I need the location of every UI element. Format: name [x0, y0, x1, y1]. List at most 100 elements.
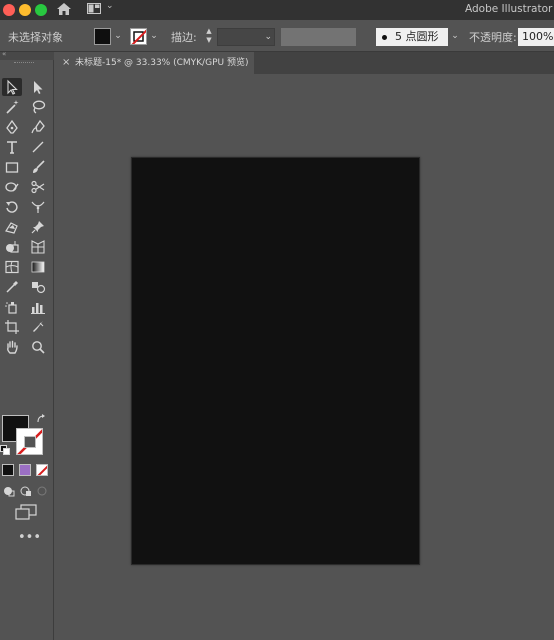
type-icon [7, 141, 17, 154]
swap-fill-stroke-icon[interactable] [36, 414, 46, 424]
opacity-label[interactable]: 不透明度: [469, 29, 517, 45]
mesh-icon [5, 260, 19, 274]
line-segment-icon [32, 141, 44, 153]
selection-tool[interactable] [2, 78, 22, 96]
line-segment-tool[interactable] [28, 138, 48, 156]
gradient-tool[interactable] [28, 258, 48, 276]
curvature-tool[interactable] [28, 118, 48, 136]
zoom-tool[interactable] [28, 338, 48, 356]
free-transform-icon [5, 222, 18, 234]
fill-swatch[interactable] [94, 28, 111, 45]
symbol-sprayer-tool[interactable] [2, 298, 22, 316]
selection-arrow-icon [7, 79, 18, 95]
shape-builder-tool[interactable] [2, 238, 22, 256]
none-slash-icon [37, 465, 47, 475]
brush-definition[interactable]: 5 点圆形 [376, 28, 448, 46]
pen-icon [6, 119, 18, 134]
app-title: Adobe Illustrator 20 [465, 3, 554, 15]
magnifier-icon [32, 341, 45, 354]
tab-document[interactable]: × 未标题-15* @ 33.33% (CMYK/GPU 预览) [55, 52, 254, 74]
document-tab-bar: × 未标题-15* @ 33.33% (CMYK/GPU 预览) [55, 52, 554, 74]
stroke-swatch[interactable] [130, 28, 147, 45]
symbol-sprayer-icon [5, 302, 17, 314]
none-mode-button[interactable] [36, 464, 48, 476]
artboard-tool[interactable] [2, 318, 22, 336]
stroke-weight-field[interactable]: ⌄ [217, 28, 275, 46]
opacity-field[interactable]: 100% [518, 28, 554, 46]
brush-label: 5 点圆形 [395, 30, 439, 43]
tools-panel: « ••• [0, 50, 54, 640]
column-graph-icon [31, 303, 45, 314]
pushpin-icon [31, 221, 44, 234]
stroke-dropdown-chevron-icon[interactable]: ⌄ [148, 28, 160, 45]
artboard[interactable] [131, 157, 420, 565]
shaper-icon [5, 182, 19, 192]
collapse-panel-icon[interactable]: « [2, 50, 6, 58]
free-transform-tool[interactable] [2, 218, 22, 236]
hand-icon [7, 340, 18, 354]
document-title: 未标题-15* @ 33.33% (CMYK/GPU 预览) [75, 58, 249, 68]
close-window-button[interactable] [3, 4, 15, 16]
slice-tool[interactable] [28, 318, 48, 336]
draw-behind-icon[interactable] [20, 485, 32, 497]
curvature-pen-icon [31, 119, 45, 134]
width-tool[interactable] [28, 198, 48, 216]
default-fill-stroke-icon[interactable] [0, 445, 10, 455]
stroke-inner-box [24, 436, 36, 448]
variable-width-profile[interactable] [281, 28, 356, 46]
canvas-area[interactable] [55, 74, 554, 640]
scissors-icon [31, 180, 45, 194]
zoom-window-button[interactable] [35, 4, 47, 16]
close-tab-icon[interactable]: × [62, 52, 70, 74]
perspective-grid-tool[interactable] [28, 238, 48, 256]
stroke-weight-stepper[interactable]: ▲ ▼ [203, 27, 215, 46]
paintbrush-icon [33, 160, 45, 173]
rectangle-tool[interactable] [2, 158, 22, 176]
mesh-tool[interactable] [2, 258, 22, 276]
tools-panel-grip[interactable]: « [0, 50, 54, 60]
chevron-down-icon[interactable]: ⌄ [106, 1, 114, 11]
chevron-down-icon[interactable]: ⌄ [264, 29, 272, 45]
edit-toolbar-icon[interactable]: ••• [18, 530, 41, 545]
rotate-tool[interactable] [2, 198, 22, 216]
hand-tool[interactable] [2, 338, 22, 356]
title-bar: ⌄ Adobe Illustrator 20 [0, 0, 554, 20]
puppet-warp-tool[interactable] [28, 218, 48, 236]
width-tool-icon [31, 201, 45, 213]
slice-knife-icon [33, 321, 44, 332]
shaper-tool[interactable] [2, 178, 22, 196]
type-tool[interactable] [2, 138, 22, 156]
perspective-grid-icon [31, 240, 45, 254]
stroke-label[interactable]: 描边: [171, 29, 197, 45]
panel-drag-handle[interactable] [14, 62, 34, 64]
selection-status: 未选择对象 [8, 31, 63, 44]
scissors-tool[interactable] [28, 178, 48, 196]
blend-tool[interactable] [28, 278, 48, 296]
control-bar: 未选择对象 ⌄ ⌄ 描边: ▲ ▼ ⌄ 5 点圆形 ⌄ 不透明度: 100% [0, 20, 554, 52]
magic-wand-icon [6, 100, 19, 114]
gradient-mode-button[interactable] [19, 464, 31, 476]
blend-icon [32, 282, 46, 294]
direct-selection-arrow-icon [34, 81, 43, 94]
paintbrush-tool[interactable] [28, 158, 48, 176]
shape-builder-icon [6, 241, 19, 253]
gradient-icon [31, 261, 45, 273]
stroke-color-box[interactable] [16, 428, 43, 455]
pen-tool[interactable] [2, 118, 22, 136]
color-mode-button[interactable] [2, 464, 14, 476]
rotate-icon [6, 201, 18, 213]
screen-mode-icon[interactable] [15, 504, 37, 520]
direct-selection-tool[interactable] [28, 78, 48, 96]
brush-dropdown-chevron-icon[interactable]: ⌄ [449, 28, 461, 45]
draw-inside-icon[interactable] [36, 485, 48, 497]
lasso-tool[interactable] [28, 98, 48, 116]
magic-wand-tool[interactable] [2, 98, 22, 116]
home-icon[interactable] [56, 2, 72, 16]
draw-normal-icon[interactable] [3, 485, 15, 497]
workspace-switcher-icon[interactable] [87, 3, 101, 14]
round-brush-icon [382, 35, 387, 40]
fill-dropdown-chevron-icon[interactable]: ⌄ [112, 28, 124, 45]
column-graph-tool[interactable] [28, 298, 48, 316]
minimize-window-button[interactable] [19, 4, 31, 16]
eyedropper-tool[interactable] [2, 278, 22, 296]
